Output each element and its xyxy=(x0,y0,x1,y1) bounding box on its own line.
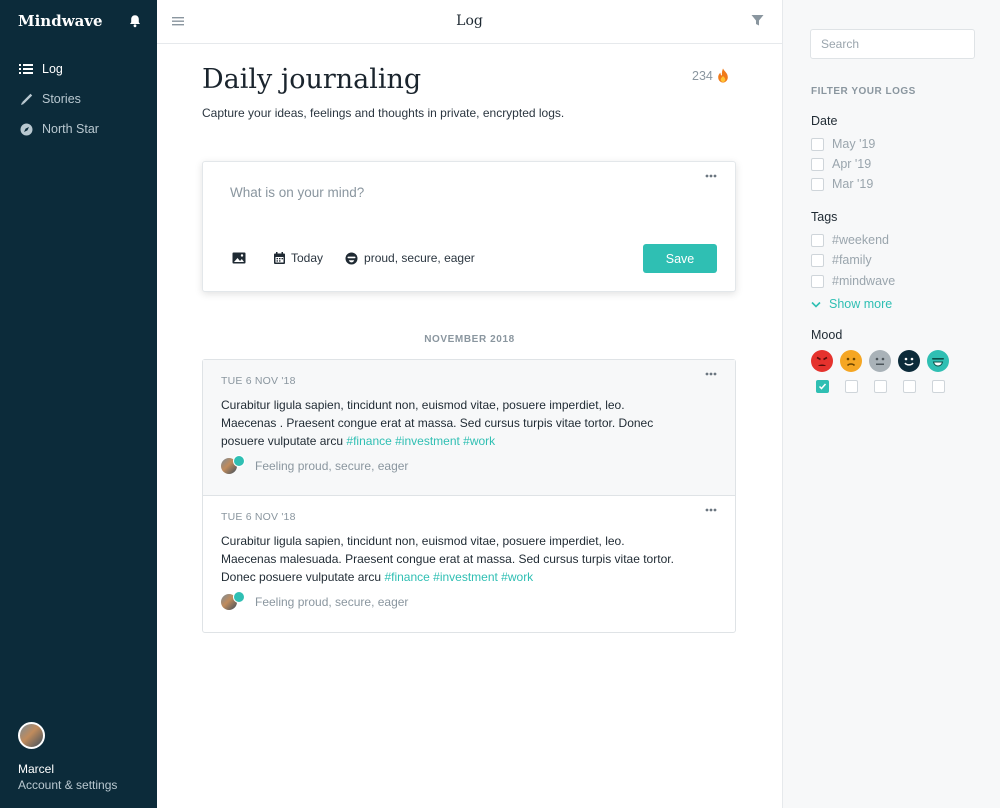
neutral-mood-icon[interactable] xyxy=(869,350,891,372)
entry-tags[interactable]: #finance #investment #work xyxy=(346,434,495,448)
neutral-mood-checkbox[interactable] xyxy=(874,380,887,393)
pen-icon xyxy=(19,92,33,106)
date-picker-button[interactable]: Today xyxy=(274,251,323,265)
sidebar-item-label: Stories xyxy=(42,92,81,106)
mood-options xyxy=(811,350,956,372)
flame-icon xyxy=(718,68,728,83)
angry-mood-checkbox[interactable] xyxy=(816,380,829,393)
more-options-icon[interactable] xyxy=(705,174,717,178)
more-options-icon[interactable] xyxy=(705,372,717,376)
chevron-down-icon xyxy=(811,301,821,308)
entry-tags[interactable]: #finance #investment #work xyxy=(384,570,533,584)
save-button[interactable]: Save xyxy=(643,244,717,273)
entry-feeling: Feeling proud, secure, eager xyxy=(221,591,409,610)
checkbox[interactable] xyxy=(811,137,824,151)
mood-picker-button[interactable]: proud, secure, eager xyxy=(345,251,475,265)
streak-count: 234 xyxy=(692,68,713,83)
sad-mood-icon[interactable] xyxy=(840,350,862,372)
main-content: Log Daily journaling 234 Capture your id… xyxy=(157,0,782,808)
streak-counter: 234 xyxy=(692,68,729,83)
bell-icon[interactable] xyxy=(128,14,142,28)
account-name: Marcel xyxy=(18,762,55,776)
sidebar-item-north-star[interactable]: North Star xyxy=(0,114,157,144)
checkbox[interactable] xyxy=(811,233,824,247)
option-label: #weekend xyxy=(832,233,889,247)
option-label: #mindwave xyxy=(832,274,896,288)
checkbox[interactable] xyxy=(811,177,824,191)
image-icon xyxy=(232,252,246,264)
entry-feeling-text: Feeling proud, secure, eager xyxy=(255,595,409,609)
avatar xyxy=(221,591,245,610)
add-image-button[interactable] xyxy=(232,252,252,264)
page-header-title: Log xyxy=(456,13,483,29)
sidebar-item-log[interactable]: Log xyxy=(0,54,157,84)
date-filter-label: Date xyxy=(811,114,838,128)
sidebar-item-label: North Star xyxy=(42,122,99,136)
log-text-input[interactable] xyxy=(230,185,690,200)
tag-filter-option[interactable]: #family xyxy=(811,253,872,267)
entry-feeling: Feeling proud, secure, eager xyxy=(221,455,409,474)
calendar-icon xyxy=(274,252,285,264)
topbar: Log xyxy=(157,0,782,44)
show-more-label: Show more xyxy=(829,297,893,311)
log-composer: Today proud, secure, eager Save xyxy=(202,161,736,292)
mood-label: proud, secure, eager xyxy=(364,251,475,265)
compass-icon xyxy=(19,122,33,136)
tag-filter-option[interactable]: #mindwave xyxy=(811,274,895,288)
sidebar: Mindwave Log Stories North Star Marcel A… xyxy=(0,0,157,808)
entry-feeling-text: Feeling proud, secure, eager xyxy=(255,459,409,473)
search-input[interactable] xyxy=(810,29,975,59)
more-options-icon[interactable] xyxy=(705,508,717,512)
composer-toolbar: Today proud, secure, eager xyxy=(232,251,497,265)
log-entry[interactable]: TUE 6 NOV '18 Curabitur ligula sapien, t… xyxy=(203,496,735,632)
checkbox[interactable] xyxy=(811,157,824,171)
checkbox[interactable] xyxy=(811,253,824,267)
avatar xyxy=(221,455,245,474)
entry-body: Curabitur ligula sapien, tincidunt non, … xyxy=(221,396,681,450)
mood-badge-icon xyxy=(233,455,245,467)
sad-mood-checkbox[interactable] xyxy=(845,380,858,393)
date-filter-option[interactable]: May '19 xyxy=(811,137,875,151)
joyful-mood-checkbox[interactable] xyxy=(932,380,945,393)
joyful-mood-icon[interactable] xyxy=(927,350,949,372)
entry-date: TUE 6 NOV '18 xyxy=(221,375,296,387)
mood-checkboxes xyxy=(816,380,961,393)
mood-filter-label: Mood xyxy=(811,328,843,342)
angry-mood-icon[interactable] xyxy=(811,350,833,372)
account-section[interactable]: Marcel Account & settings xyxy=(18,722,117,792)
entry-body: Curabitur ligula sapien, tincidunt non, … xyxy=(221,532,681,586)
option-label: Apr '19 xyxy=(832,157,872,171)
sidebar-item-stories[interactable]: Stories xyxy=(0,84,157,114)
date-filter-option[interactable]: Mar '19 xyxy=(811,177,873,191)
happy-mood-icon[interactable] xyxy=(898,350,920,372)
date-label: Today xyxy=(291,251,324,265)
log-entry[interactable]: TUE 6 NOV '18 Curabitur ligula sapien, t… xyxy=(203,360,735,496)
list-icon xyxy=(19,62,33,76)
account-settings-link[interactable]: Account & settings xyxy=(18,778,117,792)
log-entries-list: TUE 6 NOV '18 Curabitur ligula sapien, t… xyxy=(202,359,736,633)
filter-panel: FILTER YOUR LOGS Date May '19 Apr '19 Ma… xyxy=(782,0,1000,808)
date-filter-option[interactable]: Apr '19 xyxy=(811,157,871,171)
happy-mood-checkbox[interactable] xyxy=(903,380,916,393)
mood-smiley-icon xyxy=(345,252,358,264)
tag-filter-option[interactable]: #weekend xyxy=(811,233,889,247)
show-more-tags-button[interactable]: Show more xyxy=(811,297,892,311)
mood-badge-icon xyxy=(233,591,245,603)
option-label: May '19 xyxy=(832,137,876,151)
avatar[interactable] xyxy=(18,722,45,749)
page-title: Daily journaling xyxy=(202,64,422,95)
brand-logo[interactable]: Mindwave xyxy=(18,12,103,30)
option-label: Mar '19 xyxy=(832,177,874,191)
sidebar-nav: Log Stories North Star xyxy=(0,54,157,144)
option-label: #family xyxy=(832,253,872,267)
entry-date: TUE 6 NOV '18 xyxy=(221,511,296,523)
page-subtitle: Capture your ideas, feelings and thought… xyxy=(202,106,565,120)
month-divider: NOVEMBER 2018 xyxy=(424,334,515,345)
tags-filter-label: Tags xyxy=(811,210,838,224)
sidebar-item-label: Log xyxy=(42,62,63,76)
filter-heading: FILTER YOUR LOGS xyxy=(811,86,916,97)
checkbox[interactable] xyxy=(811,274,824,288)
filter-icon[interactable] xyxy=(751,14,764,27)
